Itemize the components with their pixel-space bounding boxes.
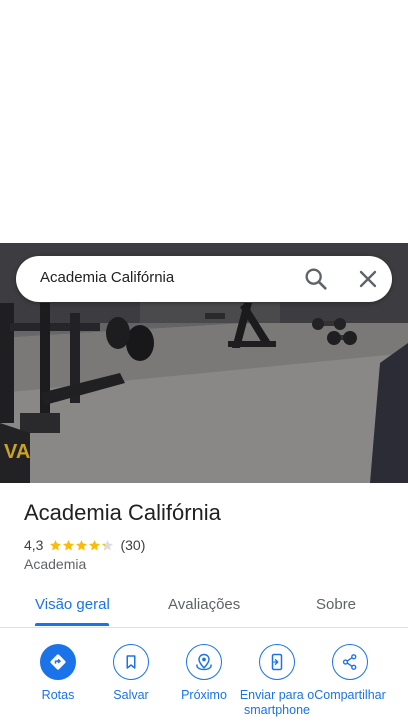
star-icon xyxy=(63,539,75,550)
nearby-icon xyxy=(186,644,222,680)
tab-bar: Visão geral Avaliações Sobre xyxy=(0,586,408,628)
send-to-phone-button[interactable]: Enviar para o smartphone xyxy=(239,644,315,718)
search-bar[interactable]: Academia Califórnia xyxy=(16,256,392,302)
action-bar: Rotas Salvar Próximo Enviar para o smart… xyxy=(0,640,408,726)
bookmark-icon xyxy=(113,644,149,680)
rating-stars xyxy=(49,539,114,552)
send-to-phone-label: Enviar para o smartphone xyxy=(239,688,315,717)
rating-value: 4,3 xyxy=(24,537,44,553)
save-label: Salvar xyxy=(113,688,149,702)
tab-about[interactable]: Sobre xyxy=(316,596,356,613)
map-area[interactable] xyxy=(0,0,408,243)
active-tab-indicator xyxy=(35,623,109,626)
close-icon[interactable] xyxy=(354,265,382,293)
star-icon xyxy=(102,539,114,550)
directions-label: Rotas xyxy=(41,688,75,702)
directions-button[interactable]: Rotas xyxy=(20,644,96,703)
save-button[interactable]: Salvar xyxy=(93,644,169,703)
share-icon xyxy=(332,644,368,680)
nearby-label: Próximo xyxy=(181,688,227,702)
svg-text:VA: VA xyxy=(4,441,30,463)
share-label: Compartilhar xyxy=(314,688,386,702)
directions-icon xyxy=(40,644,76,680)
place-title: Academia Califórnia xyxy=(24,500,221,525)
search-icon[interactable] xyxy=(302,265,330,293)
place-category: Academia xyxy=(24,556,87,572)
review-count[interactable]: (30) xyxy=(120,537,145,553)
search-query[interactable]: Academia Califórnia xyxy=(40,269,174,286)
tab-overview[interactable]: Visão geral xyxy=(35,596,110,613)
star-icon xyxy=(76,539,88,550)
star-icon xyxy=(89,539,101,550)
nearby-button[interactable]: Próximo xyxy=(166,644,242,703)
rating-row[interactable]: 4,3 (30) xyxy=(24,536,145,554)
star-icon xyxy=(50,539,62,550)
send-to-phone-icon xyxy=(259,644,295,680)
share-button[interactable]: Compartilhar xyxy=(312,644,388,703)
tab-reviews[interactable]: Avaliações xyxy=(168,596,240,613)
